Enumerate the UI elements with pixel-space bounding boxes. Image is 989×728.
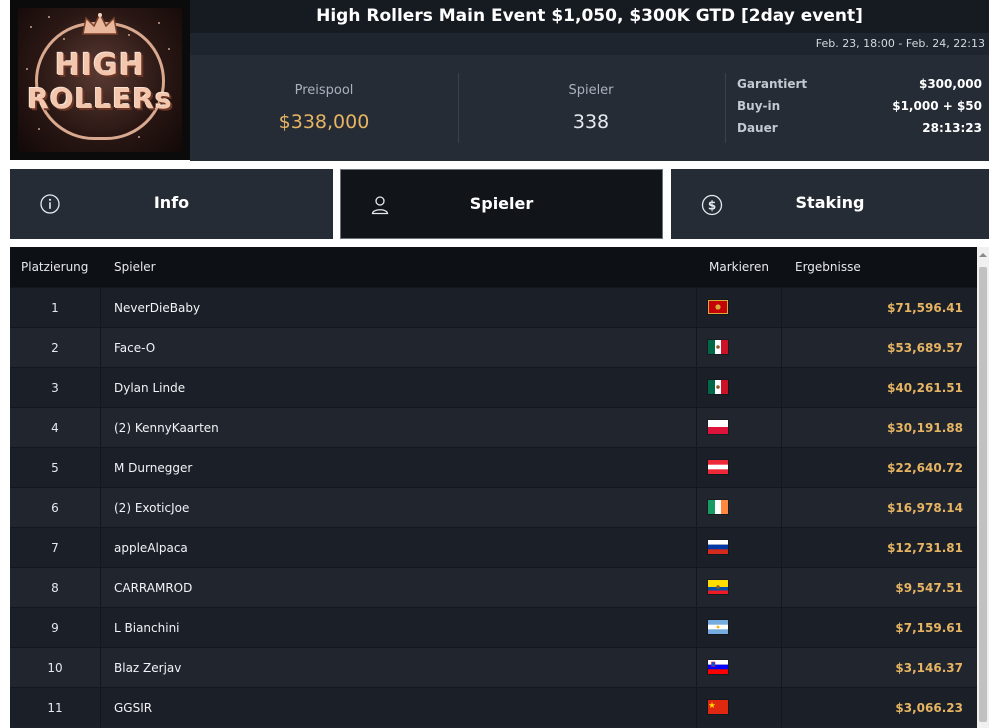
row-place: 9 <box>51 621 59 635</box>
detail-row-guaranteed: Garantiert $300,000 <box>737 77 982 99</box>
row-player-name[interactable]: Dylan Linde <box>114 368 185 408</box>
row-result: $30,191.88 <box>887 421 963 435</box>
table-row[interactable]: 11 GGSIR $3,066.23 <box>10 687 977 727</box>
tournament-dates: Feb. 23, 18:00 - Feb. 24, 22:13 <box>190 33 989 55</box>
row-place: 5 <box>51 461 59 475</box>
row-player-name[interactable]: (2) ExoticJoe <box>114 488 189 528</box>
svg-text:$: $ <box>708 199 716 213</box>
header-player: Spieler <box>114 260 156 274</box>
country-flag-icon <box>708 540 728 554</box>
logo-text-rollers: ROLLERs <box>27 82 173 115</box>
prize-pool-stat: Preispool $338,000 <box>190 55 458 161</box>
stats-panel: Preispool $338,000 Spieler 338 Garantier… <box>190 55 989 161</box>
country-flag-icon <box>708 580 728 594</box>
row-player-name[interactable]: Blaz Zerjav <box>114 648 181 688</box>
table-row[interactable]: 10 Blaz Zerjav $3,146.37 <box>10 647 977 687</box>
table-row[interactable]: 1 NeverDieBaby $71,596.41 <box>10 287 977 327</box>
tab-info[interactable]: Info <box>10 169 333 239</box>
detail-value: $300,000 <box>918 77 982 91</box>
column-divider <box>781 287 782 728</box>
country-flag-icon <box>708 620 728 634</box>
table-row[interactable]: 9 L Bianchini $7,159.61 <box>10 607 977 647</box>
detail-row-duration: Dauer 28:13:23 <box>737 121 982 143</box>
column-divider <box>696 287 697 728</box>
country-flag-icon <box>708 340 728 354</box>
row-place: 6 <box>51 501 59 515</box>
tournament-logo: HIGH ROLLERs <box>10 0 190 160</box>
row-result: $9,547.51 <box>895 581 963 595</box>
prize-pool-label: Preispool <box>294 83 354 98</box>
row-place: 2 <box>51 341 59 355</box>
header-result: Ergebnisse <box>795 260 861 274</box>
players-value: 338 <box>572 111 610 133</box>
table-row[interactable]: 7 appleAlpaca $12,731.81 <box>10 527 977 567</box>
row-place: 4 <box>51 421 59 435</box>
row-player-name[interactable]: L Bianchini <box>114 608 180 648</box>
table-header: Platzierung Spieler Markieren Ergebnisse <box>10 247 977 287</box>
detail-label: Buy-in <box>737 99 781 113</box>
table-row[interactable]: 4 (2) KennyKaarten $30,191.88 <box>10 407 977 447</box>
header-place: Platzierung <box>21 260 89 274</box>
user-icon <box>371 196 389 215</box>
tournament-title: High Rollers Main Event $1,050, $300K GT… <box>190 0 989 33</box>
row-result: $3,146.37 <box>895 661 963 675</box>
row-place: 11 <box>47 701 63 715</box>
row-result: $71,596.41 <box>887 301 963 315</box>
row-place: 7 <box>51 541 59 555</box>
table-row[interactable]: 3 Dylan Linde $40,261.51 <box>10 367 977 407</box>
logo-image: HIGH ROLLERs <box>18 8 182 152</box>
column-divider <box>100 287 101 728</box>
row-result: $7,159.61 <box>895 621 963 635</box>
scrollbar[interactable] <box>977 247 989 728</box>
country-flag-icon <box>708 700 728 714</box>
header-flag: Markieren <box>709 260 769 274</box>
row-place: 10 <box>47 661 63 675</box>
row-player-name[interactable]: CARRAMROD <box>114 568 192 608</box>
table-row[interactable]: 6 (2) ExoticJoe $16,978.14 <box>10 487 977 527</box>
detail-value: $1,000 + $50 <box>892 99 982 113</box>
players-label: Spieler <box>568 83 614 98</box>
country-flag-icon <box>708 660 728 674</box>
table-row[interactable]: 8 CARRAMROD $9,547.51 <box>10 567 977 607</box>
crown-icon <box>82 12 118 35</box>
table-row[interactable]: 5 M Durnegger $22,640.72 <box>10 447 977 487</box>
country-flag-icon <box>708 460 728 474</box>
tab-staking[interactable]: Staking $ <box>671 169 989 239</box>
detail-row-buyin: Buy-in $1,000 + $50 <box>737 99 982 121</box>
detail-label: Dauer <box>737 121 778 135</box>
detail-value: 28:13:23 <box>922 121 982 135</box>
row-player-name[interactable]: NeverDieBaby <box>114 288 200 328</box>
row-place: 3 <box>51 381 59 395</box>
row-result: $40,261.51 <box>887 381 963 395</box>
row-result: $16,978.14 <box>887 501 963 515</box>
row-player-name[interactable]: (2) KennyKaarten <box>114 408 219 448</box>
results-table: Platzierung Spieler Markieren Ergebnisse… <box>10 247 977 728</box>
row-player-name[interactable]: Face-O <box>114 328 155 368</box>
divider <box>725 73 726 143</box>
table-row[interactable]: 2 Face-O $53,689.57 <box>10 327 977 367</box>
prize-pool-value: $338,000 <box>278 111 370 133</box>
scrollbar-thumb[interactable] <box>979 267 987 722</box>
dollar-icon: $ <box>701 194 723 216</box>
row-result: $12,731.81 <box>887 541 963 555</box>
row-result: $22,640.72 <box>887 461 963 475</box>
row-player-name[interactable]: GGSIR <box>114 688 152 728</box>
row-player-name[interactable]: M Durnegger <box>114 448 192 488</box>
row-result: $3,066.23 <box>895 701 963 715</box>
logo-text-high: HIGH <box>54 48 145 83</box>
country-flag-icon <box>708 500 728 514</box>
players-stat: Spieler 338 <box>458 55 724 161</box>
info-icon <box>40 194 60 214</box>
row-player-name[interactable]: appleAlpaca <box>114 528 188 568</box>
tab-players[interactable]: Spieler <box>340 169 663 239</box>
country-flag-icon <box>708 380 728 394</box>
row-place: 1 <box>51 301 59 315</box>
scroll-up-arrow-icon[interactable] <box>977 249 989 261</box>
tournament-details: Garantiert $300,000 Buy-in $1,000 + $50 … <box>737 77 982 143</box>
row-result: $53,689.57 <box>887 341 963 355</box>
row-place: 8 <box>51 581 59 595</box>
country-flag-icon <box>708 420 728 434</box>
country-flag-icon <box>708 300 728 314</box>
detail-label: Garantiert <box>737 77 808 91</box>
